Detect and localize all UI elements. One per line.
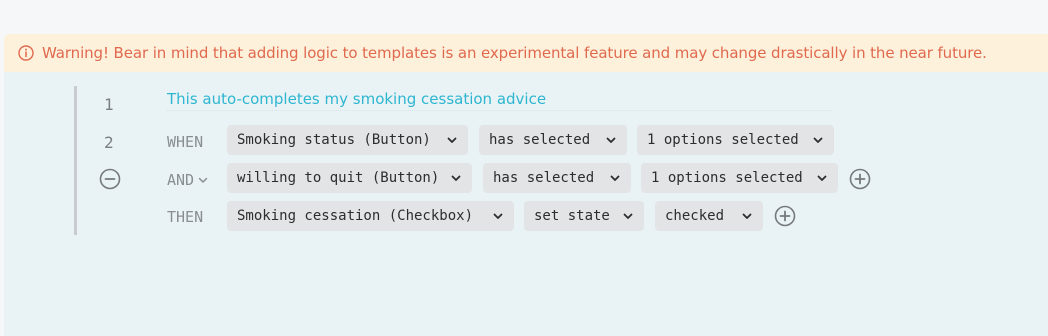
logic-rail: [74, 86, 77, 235]
when-field-dropdown[interactable]: Smoking status (Button): [227, 125, 468, 155]
and-keyword-dropdown[interactable]: AND: [167, 171, 209, 189]
chevron-down-icon: [493, 213, 503, 219]
chevron-down-icon: [606, 137, 616, 143]
then-value-dropdown[interactable]: checked: [655, 201, 763, 231]
line-number-1: 1: [104, 95, 114, 114]
then-action-label: set state: [534, 208, 610, 224]
info-circle-icon: [18, 45, 34, 61]
chevron-down-icon: [813, 137, 823, 143]
add-action-button[interactable]: [774, 205, 796, 227]
when-field-label: Smoking status (Button): [237, 132, 431, 148]
when-keyword: WHEN: [167, 133, 204, 151]
and-operator-label: has selected: [493, 170, 595, 186]
then-target-label: Smoking cessation (Checkbox): [237, 208, 474, 224]
remove-condition-button[interactable]: [99, 168, 121, 190]
logic-editor-page: Warning! Bear in mind that adding logic …: [0, 0, 1048, 336]
chevron-down-icon: [742, 213, 752, 219]
logic-panel: 1 This auto-completes my smoking cessati…: [4, 72, 1048, 336]
then-keyword: THEN: [167, 208, 204, 226]
and-field-label: willing to quit (Button): [237, 170, 440, 186]
warning-banner: Warning! Bear in mind that adding logic …: [4, 34, 1048, 72]
chevron-down-icon: [198, 177, 208, 183]
when-operator-label: has selected: [489, 132, 591, 148]
and-keyword-label: AND: [167, 171, 195, 189]
chevron-down-icon: [623, 213, 633, 219]
when-value-dropdown[interactable]: 1 options selected: [637, 125, 834, 155]
and-operator-dropdown[interactable]: has selected: [483, 163, 631, 193]
warning-text: Warning! Bear in mind that adding logic …: [42, 44, 987, 62]
when-operator-dropdown[interactable]: has selected: [479, 125, 627, 155]
chevron-down-icon: [817, 175, 827, 181]
then-action-dropdown[interactable]: set state: [524, 201, 644, 231]
then-target-dropdown[interactable]: Smoking cessation (Checkbox): [227, 201, 514, 231]
and-value-label: 1 options selected: [651, 170, 803, 186]
logic-description[interactable]: This auto-completes my smoking cessation…: [167, 90, 831, 111]
add-condition-button[interactable]: [849, 168, 871, 190]
and-value-dropdown[interactable]: 1 options selected: [641, 163, 838, 193]
line-number-2: 2: [104, 133, 114, 152]
chevron-down-icon: [610, 175, 620, 181]
when-value-label: 1 options selected: [647, 132, 799, 148]
then-value-label: checked: [665, 208, 725, 224]
and-field-dropdown[interactable]: willing to quit (Button): [227, 163, 472, 193]
chevron-down-icon: [451, 175, 461, 181]
chevron-down-icon: [447, 137, 457, 143]
